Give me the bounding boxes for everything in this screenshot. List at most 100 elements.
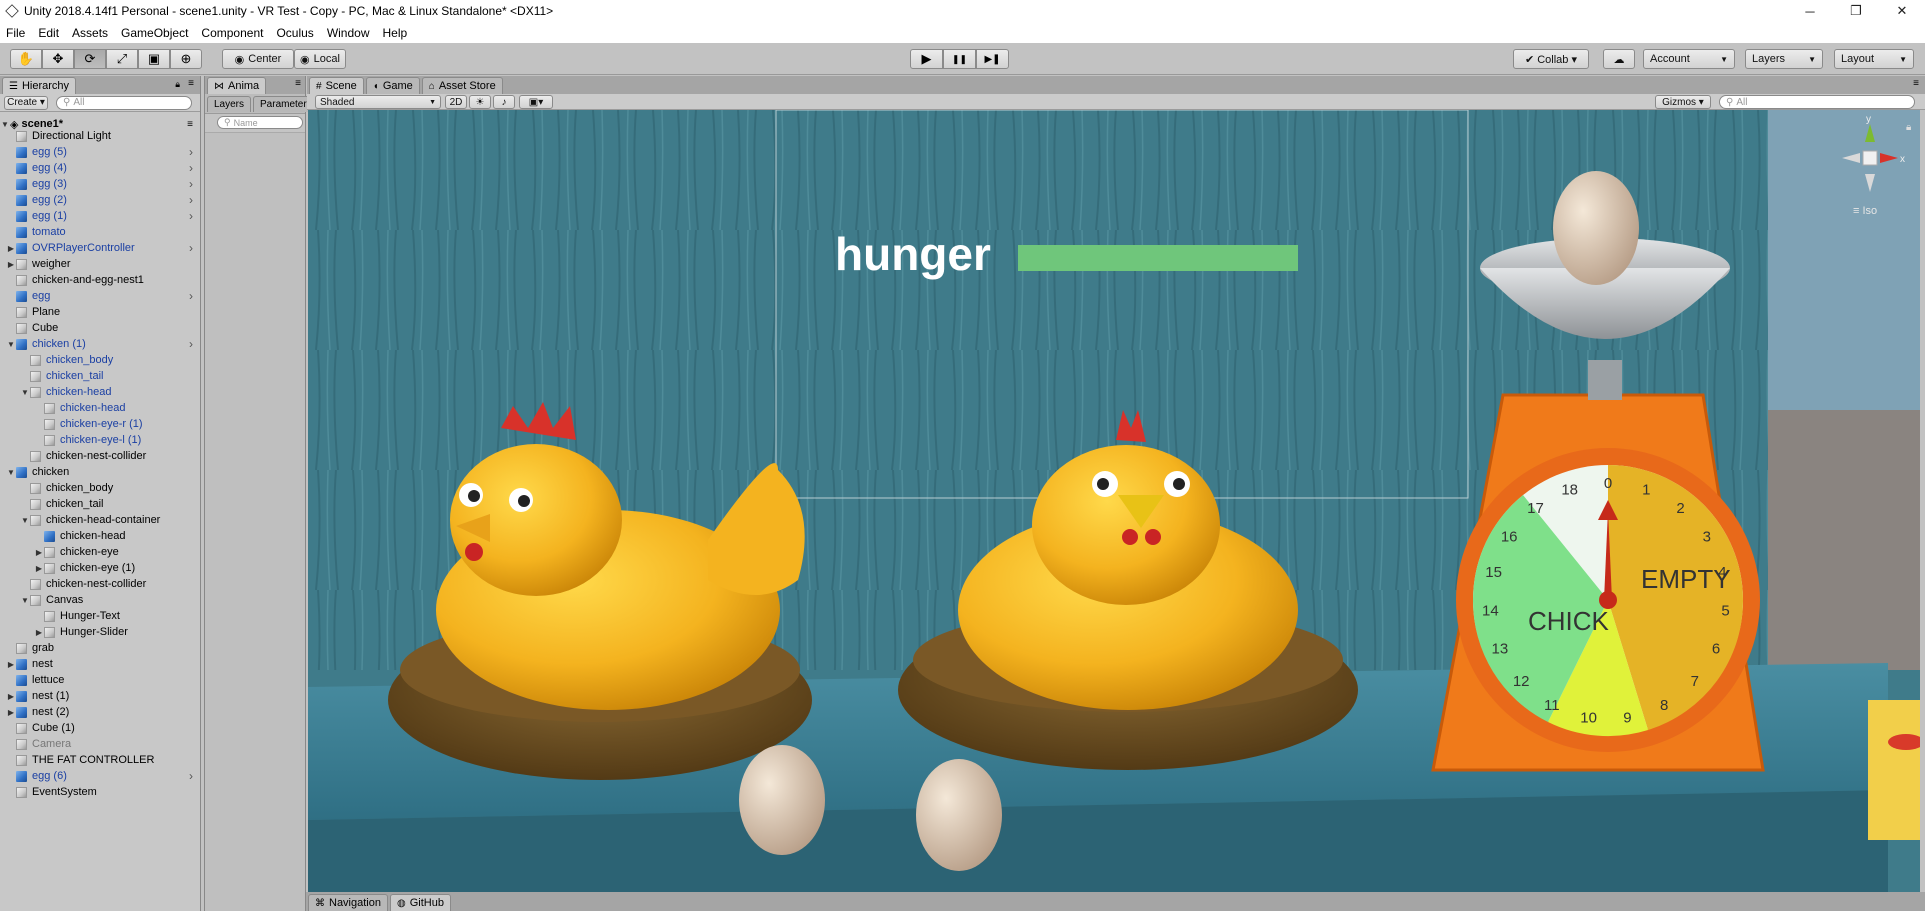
hierarchy-item[interactable]: ▼ Canvas bbox=[0, 592, 199, 608]
audio-toggle-icon[interactable]: ♪ bbox=[493, 95, 515, 109]
effects-dropdown-icon[interactable]: ▣▾ bbox=[519, 95, 553, 109]
prefab-open-chevron-icon[interactable]: › bbox=[189, 209, 193, 223]
expand-arrow-icon[interactable]: ▶ bbox=[34, 564, 44, 573]
tab-asset-store[interactable]: ⌂ Asset Store bbox=[421, 77, 503, 94]
expand-arrow-icon[interactable]: ▼ bbox=[20, 516, 30, 525]
hierarchy-search-input[interactable]: ⚲ All bbox=[56, 95, 192, 110]
minimize-button[interactable]: ─ bbox=[1787, 0, 1833, 22]
hierarchy-item[interactable]: egg (6) › bbox=[0, 768, 199, 784]
hierarchy-item[interactable]: egg (2) › bbox=[0, 192, 199, 208]
tab-parameters[interactable]: Parameter bbox=[253, 95, 314, 112]
expand-arrow-icon[interactable]: ▶ bbox=[34, 548, 44, 557]
hierarchy-item[interactable]: egg › bbox=[0, 288, 199, 304]
pause-button[interactable]: ❚❚ bbox=[943, 49, 976, 69]
hierarchy-item[interactable]: chicken_tail bbox=[0, 496, 199, 512]
rotate-tool-icon[interactable]: ⟳ bbox=[74, 49, 106, 69]
toggle-2d-button[interactable]: 2D bbox=[445, 95, 467, 109]
hierarchy-item[interactable]: chicken_body bbox=[0, 352, 199, 368]
expand-arrow-icon[interactable]: ▶ bbox=[6, 260, 16, 269]
hierarchy-item[interactable]: ▶ nest (2) bbox=[0, 704, 199, 720]
menu-file[interactable]: File bbox=[6, 26, 25, 40]
panel-menu-icon[interactable]: ≡ bbox=[295, 78, 301, 89]
prefab-open-chevron-icon[interactable]: › bbox=[189, 769, 193, 783]
tab-github[interactable]: ◍ GitHub bbox=[389, 894, 451, 911]
hierarchy-item[interactable]: chicken-nest-collider bbox=[0, 576, 199, 592]
hierarchy-item[interactable]: chicken_body bbox=[0, 480, 199, 496]
scale-tool-icon[interactable]: ⤢ bbox=[106, 49, 138, 69]
prefab-open-chevron-icon[interactable]: › bbox=[189, 193, 193, 207]
scene-search-input[interactable]: ⚲ All bbox=[1719, 95, 1915, 109]
menu-edit[interactable]: Edit bbox=[38, 26, 59, 40]
hierarchy-item[interactable]: egg (3) › bbox=[0, 176, 199, 192]
hierarchy-item[interactable]: chicken_tail bbox=[0, 368, 199, 384]
expand-arrow-icon[interactable]: ▶ bbox=[6, 708, 16, 717]
lock-icon[interactable]: 🔒︎ bbox=[175, 79, 180, 90]
hierarchy-item[interactable]: ▼ chicken-head-container bbox=[0, 512, 199, 528]
hierarchy-item[interactable]: chicken-head bbox=[0, 528, 199, 544]
cloud-button[interactable]: ☁ bbox=[1603, 49, 1635, 69]
expand-arrow-icon[interactable]: ▼ bbox=[20, 388, 30, 397]
pivot-center-button[interactable]: ◉ Center bbox=[222, 49, 294, 69]
hierarchy-item[interactable]: Cube bbox=[0, 320, 199, 336]
panel-menu-icon[interactable]: ≡ bbox=[188, 78, 194, 89]
tab-scene[interactable]: # Scene bbox=[309, 77, 364, 94]
hierarchy-item[interactable]: Directional Light bbox=[0, 128, 199, 144]
expand-arrow-icon[interactable]: ▶ bbox=[6, 660, 16, 669]
animator-name-search[interactable]: ⚲ Name bbox=[217, 116, 303, 129]
menu-window[interactable]: Window bbox=[327, 26, 370, 40]
expand-arrow-icon[interactable]: ▼ bbox=[6, 468, 16, 477]
hierarchy-item[interactable]: Cube (1) bbox=[0, 720, 199, 736]
hierarchy-item[interactable]: ▼ chicken (1) › bbox=[0, 336, 199, 352]
play-button[interactable]: ▶ bbox=[910, 49, 943, 69]
shading-mode-dropdown[interactable]: Shaded ▼ bbox=[315, 95, 441, 109]
hierarchy-item[interactable]: ▶ nest (1) bbox=[0, 688, 199, 704]
hierarchy-item[interactable]: egg (4) › bbox=[0, 160, 199, 176]
hierarchy-item[interactable]: Hunger-Text bbox=[0, 608, 199, 624]
hierarchy-item[interactable]: egg (1) › bbox=[0, 208, 199, 224]
tab-navigation[interactable]: ⌘ Navigation bbox=[308, 894, 388, 911]
close-button[interactable]: ✕ bbox=[1879, 0, 1925, 22]
layout-dropdown[interactable]: Layout ▼ bbox=[1834, 49, 1914, 69]
hierarchy-item[interactable]: egg (5) › bbox=[0, 144, 199, 160]
maximize-button[interactable]: ❐ bbox=[1833, 0, 1879, 22]
hierarchy-item[interactable]: chicken-and-egg-nest1 bbox=[0, 272, 199, 288]
menu-component[interactable]: Component bbox=[201, 26, 263, 40]
hierarchy-item[interactable]: grab bbox=[0, 640, 199, 656]
gizmos-dropdown[interactable]: Gizmos ▾ bbox=[1655, 95, 1711, 109]
hierarchy-item[interactable]: ▶ Hunger-Slider bbox=[0, 624, 199, 640]
hierarchy-item[interactable]: ▶ OVRPlayerController › bbox=[0, 240, 199, 256]
gizmo-projection-label[interactable]: ≡ Iso bbox=[1853, 205, 1877, 217]
expand-arrow-icon[interactable]: ▼ bbox=[6, 340, 16, 349]
hierarchy-item[interactable]: THE FAT CONTROLLER bbox=[0, 752, 199, 768]
menu-help[interactable]: Help bbox=[383, 26, 408, 40]
gizmo-center-cube[interactable] bbox=[1862, 150, 1878, 166]
prefab-open-chevron-icon[interactable]: › bbox=[189, 145, 193, 159]
prefab-open-chevron-icon[interactable]: › bbox=[189, 289, 193, 303]
move-tool-icon[interactable]: ✥ bbox=[42, 49, 74, 69]
hierarchy-item[interactable]: ▼ chicken-head bbox=[0, 384, 199, 400]
panel-menu-icon[interactable]: ≡ bbox=[1913, 78, 1919, 89]
lighting-toggle-icon[interactable]: ☀ bbox=[469, 95, 491, 109]
account-dropdown[interactable]: Account ▼ bbox=[1643, 49, 1735, 69]
hierarchy-item[interactable]: Camera bbox=[0, 736, 199, 752]
hierarchy-item[interactable]: chicken-eye-l (1) bbox=[0, 432, 199, 448]
expand-arrow-icon[interactable]: ▶ bbox=[6, 244, 16, 253]
create-dropdown[interactable]: Create ▾ bbox=[4, 95, 48, 110]
expand-arrow-icon[interactable]: ▶ bbox=[6, 692, 16, 701]
collab-button[interactable]: ✔ Collab ▾ bbox=[1513, 49, 1589, 69]
expand-arrow-icon[interactable]: ▶ bbox=[34, 628, 44, 637]
hierarchy-item[interactable]: chicken-nest-collider bbox=[0, 448, 199, 464]
prefab-open-chevron-icon[interactable]: › bbox=[189, 161, 193, 175]
hierarchy-item[interactable]: ▼ chicken bbox=[0, 464, 199, 480]
prefab-open-chevron-icon[interactable]: › bbox=[189, 337, 193, 351]
hierarchy-item[interactable]: lettuce bbox=[0, 672, 199, 688]
hierarchy-item[interactable]: EventSystem bbox=[0, 784, 199, 800]
scene-viewport[interactable]: hunger CHICK EMPTY 0 1 2 3 4 5 6 7 8 9 1… bbox=[308, 110, 1920, 892]
hierarchy-item[interactable]: chicken-head bbox=[0, 400, 199, 416]
expand-arrow-icon[interactable]: ▼ bbox=[20, 596, 30, 605]
hierarchy-item[interactable]: tomato bbox=[0, 224, 199, 240]
menu-gameobject[interactable]: GameObject bbox=[121, 26, 188, 40]
tab-game[interactable]: ◖ Game bbox=[365, 77, 420, 94]
hierarchy-item[interactable]: ▶ weigher bbox=[0, 256, 199, 272]
hierarchy-item[interactable]: chicken-eye-r (1) bbox=[0, 416, 199, 432]
